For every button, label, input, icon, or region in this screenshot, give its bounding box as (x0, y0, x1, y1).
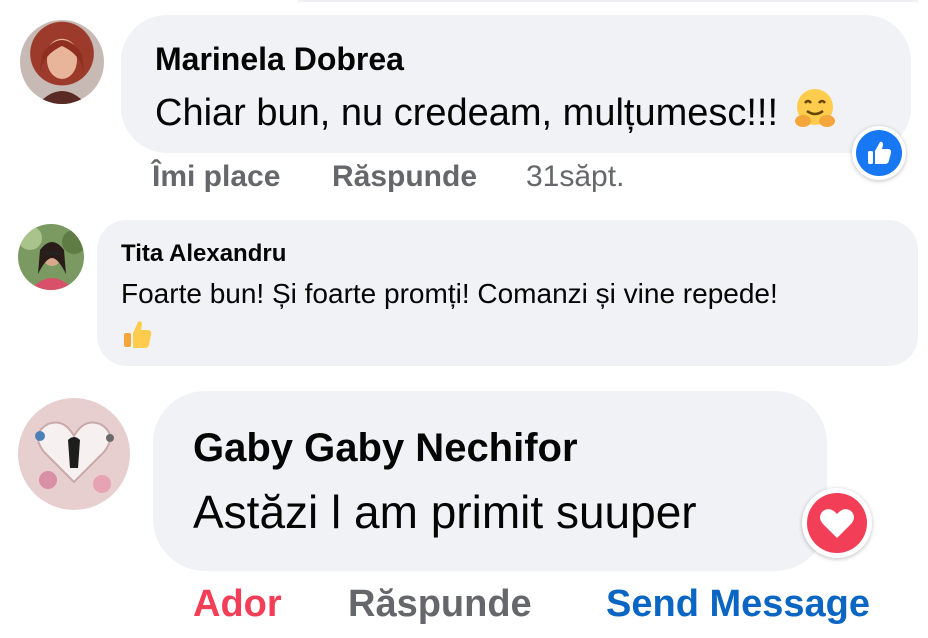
author-name[interactable]: Gaby Gaby Nechifor (193, 426, 578, 471)
comment-bubble: Marinela Dobrea Chiar bun, nu credeam, m… (121, 15, 911, 153)
comment-text: Foarte bun! Și foarte promți! Comanzi și… (121, 278, 778, 309)
avatar[interactable] (18, 224, 84, 290)
comment-text: Astăzi l am primit suuper (193, 486, 697, 538)
divider-line (298, 0, 918, 2)
thumbs-up-icon (124, 321, 152, 348)
hugging-face-icon (794, 89, 835, 127)
thumbs-up-icon (868, 141, 892, 164)
send-message-link[interactable]: Send Message (606, 583, 870, 626)
comment-bubble: Tita Alexandru Foarte bun! Și foarte pro… (97, 220, 918, 366)
like-reaction[interactable] (852, 126, 906, 180)
love-link[interactable]: Ador (193, 583, 282, 626)
avatar[interactable] (20, 20, 104, 104)
avatar[interactable] (18, 398, 130, 510)
heart-icon (820, 509, 854, 538)
like-link[interactable]: Îmi place (152, 160, 280, 194)
author-name[interactable]: Tita Alexandru (121, 240, 286, 268)
comment-text: Chiar bun, nu credeam, mulțumesc!!! (155, 87, 837, 135)
comment-bubble: Gaby Gaby Nechifor Astăzi l am primit su… (153, 391, 827, 571)
reply-link[interactable]: Răspunde (332, 160, 477, 194)
reply-link[interactable]: Răspunde (348, 583, 532, 626)
timestamp[interactable]: 31săpt. (526, 160, 624, 194)
author-name[interactable]: Marinela Dobrea (155, 41, 404, 78)
love-reaction[interactable] (802, 488, 872, 558)
